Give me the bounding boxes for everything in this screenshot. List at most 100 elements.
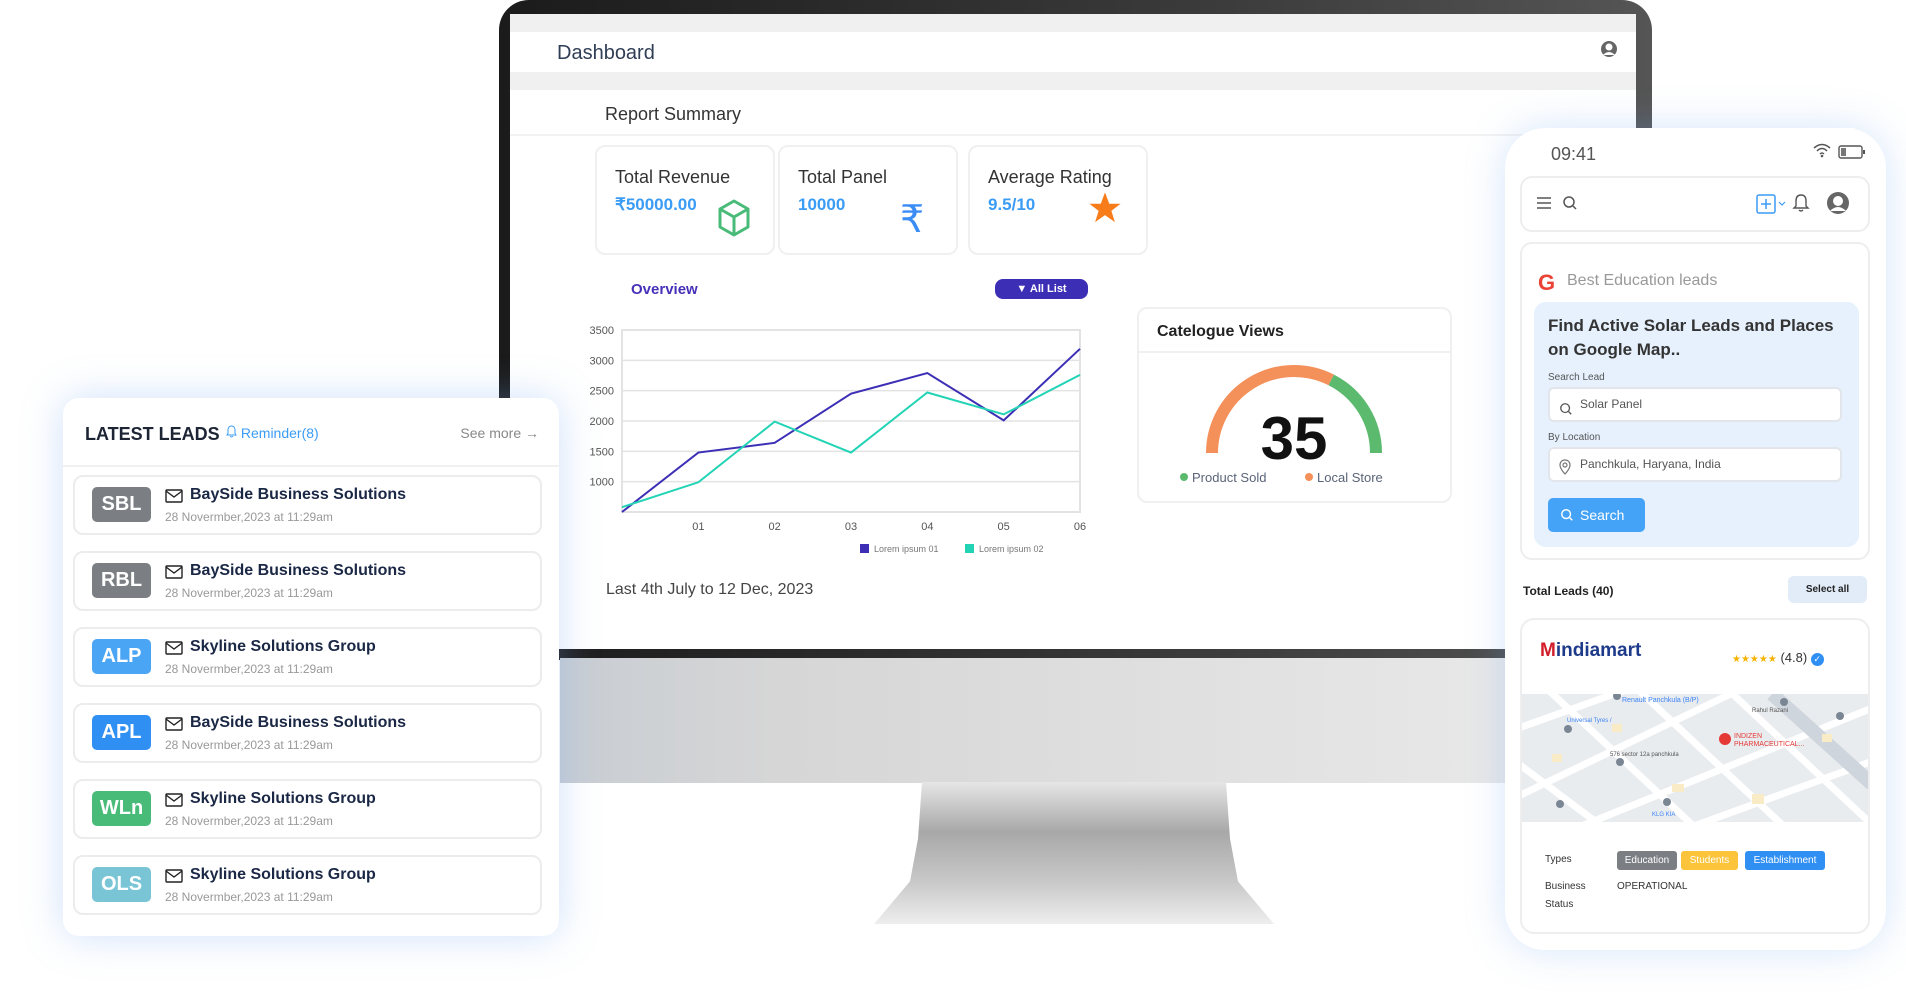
mail-icon xyxy=(165,489,183,508)
dashboard-screen: Dashboard Report Summary Total Revenue ₹… xyxy=(510,14,1636,649)
x-tick-label: 05 xyxy=(998,521,1010,533)
rupee-icon: ₹ xyxy=(900,197,925,241)
legend-label: Local Store xyxy=(1317,470,1383,485)
search-button[interactable]: Search xyxy=(1548,498,1645,532)
menu-icon[interactable] xyxy=(1536,196,1552,215)
page-title: Dashboard xyxy=(557,42,655,64)
svg-text:KLG KIA: KLG KIA xyxy=(1652,812,1675,818)
lead-code-badge: APL xyxy=(92,715,151,750)
location-input[interactable]: Panchkula, Haryana, India xyxy=(1548,447,1842,482)
svg-text:Universal Tyres /: Universal Tyres / xyxy=(1567,718,1612,724)
tag-education: Education xyxy=(1617,851,1677,870)
business-status-label: Business Status xyxy=(1545,881,1586,910)
add-icon[interactable] xyxy=(1756,194,1788,219)
lead-name: Skyline Solutions Group xyxy=(190,866,376,883)
x-tick-label: 06 xyxy=(1074,521,1086,533)
svg-text:Rahul Razani: Rahul Razani xyxy=(1752,708,1788,714)
search-icon[interactable] xyxy=(1562,195,1578,216)
lead-code-badge: OLS xyxy=(92,867,151,902)
lead-search-panel: G Best Education leads Find Active Solar… xyxy=(1520,242,1870,560)
lead-item[interactable]: ALP Skyline Solutions Group 28 Novermber,2… xyxy=(73,627,542,687)
location-pin-icon xyxy=(1559,456,1571,487)
svg-text:INDIZEN: INDIZEN xyxy=(1734,733,1762,740)
divider xyxy=(63,465,559,467)
legend-swatch xyxy=(860,544,869,553)
section-title: Report Summary xyxy=(605,104,742,124)
stat-value: 10000 xyxy=(798,195,846,214)
verified-icon: ✓ xyxy=(1810,653,1824,666)
rating: ★★★★★ (4.8) ✓ xyxy=(1732,650,1824,666)
all-list-dropdown[interactable]: ▼ All List xyxy=(995,279,1088,299)
y-tick-label: 3000 xyxy=(590,355,614,367)
see-more-link[interactable]: See more → xyxy=(460,425,539,441)
lead-item[interactable]: RBL BaySide Business Solutions 28 Novermbe… xyxy=(73,551,542,611)
catalogue-gauge: 35Product Sold Local Store xyxy=(1180,365,1383,485)
y-tick-label: 1500 xyxy=(590,446,614,458)
svg-text:Renault Panchkula (B/P): Renault Panchkula (B/P) xyxy=(1622,697,1699,704)
search-lead-input[interactable]: Solar Panel xyxy=(1548,387,1842,422)
lead-name: Skyline Solutions Group xyxy=(190,790,376,807)
y-tick-label: 2500 xyxy=(590,386,614,398)
catalogue-title: Catelogue Views xyxy=(1157,323,1284,340)
search-lead-label: Search Lead xyxy=(1548,372,1605,383)
location-value: Panchkula, Haryana, India xyxy=(1580,457,1721,471)
lead-code-badge: SBL xyxy=(92,487,151,522)
mail-icon xyxy=(165,717,183,736)
lead-date: 28 Novermber,2023 at 11:29am xyxy=(165,738,333,752)
map-preview[interactable]: INDIZEN PHARMACEUTICAL... Renault Panchk… xyxy=(1522,694,1868,822)
mail-icon xyxy=(165,793,183,812)
svg-text:PHARMACEUTICAL...: PHARMACEUTICAL... xyxy=(1734,741,1804,748)
lead-name: BaySide Business Solutions xyxy=(190,714,407,731)
lead-date: 28 Novermber,2023 at 11:29am xyxy=(165,890,333,904)
y-tick-label: 3500 xyxy=(590,325,614,337)
top-strip xyxy=(510,14,1636,32)
lead-code-badge: WLn xyxy=(92,791,151,826)
stars-icon: ★★★★★ xyxy=(1732,654,1777,665)
overview-line-chart: 1000 1500 2000 2500 3000 3500 01 02 03 04 05 06 Lore… xyxy=(590,325,1087,554)
legend-label: Lorem ipsum 02 xyxy=(979,544,1044,554)
lead-item[interactable]: APL BaySide Business Solutions 28 Novermbe… xyxy=(73,703,542,763)
lead-date: 28 Novermber,2023 at 11:29am xyxy=(165,814,333,828)
profile-icon[interactable] xyxy=(1600,40,1618,63)
mail-icon xyxy=(165,869,183,888)
tag-students: Students xyxy=(1681,851,1738,870)
x-tick-label: 03 xyxy=(845,521,857,533)
legend-dot xyxy=(1180,473,1188,481)
types-label: Types xyxy=(1545,854,1572,865)
x-tick-label: 02 xyxy=(769,521,781,533)
rating-value: (4.8) xyxy=(1780,650,1808,665)
notification-bell-icon[interactable] xyxy=(1792,193,1810,218)
search-lead-value: Solar Panel xyxy=(1580,397,1643,411)
svg-text:576 sector 12a panchkula: 576 sector 12a panchkula xyxy=(1610,752,1679,758)
search-icon xyxy=(1560,508,1574,525)
stat-label: Total Revenue xyxy=(615,167,731,187)
lead-code-badge: RBL xyxy=(92,563,151,598)
legend-label: Product Sold xyxy=(1192,470,1266,485)
series-line-1 xyxy=(621,348,1081,513)
company-logo: Mindiamart xyxy=(1540,640,1642,661)
battery-icon xyxy=(1838,145,1866,164)
divider xyxy=(510,134,1636,136)
source-title: Best Education leads xyxy=(1567,272,1718,289)
tag-establishment: Establishment xyxy=(1745,851,1825,870)
location-label: By Location xyxy=(1548,432,1601,443)
lead-item[interactable]: WLn Skyline Solutions Group 28 Novermber,2… xyxy=(73,779,542,839)
lead-item[interactable]: OLS Skyline Solutions Group 28 Novermber,2… xyxy=(73,855,542,915)
lead-name: Skyline Solutions Group xyxy=(190,638,376,655)
select-all-button[interactable]: Select all xyxy=(1788,576,1867,603)
legend-label: Lorem ipsum 01 xyxy=(874,544,939,554)
overview-title: Overview xyxy=(631,281,698,298)
mail-icon xyxy=(165,641,183,660)
stat-value: ₹50000.00 xyxy=(615,195,697,214)
google-icon: G xyxy=(1538,270,1556,295)
search-form: Find Active Solar Leads and Places on Go… xyxy=(1534,302,1859,547)
latest-leads-card: LATEST LEADS Reminder(8) See more → SBL B… xyxy=(63,398,559,936)
lead-date: 28 Novermber,2023 at 11:29am xyxy=(165,586,333,600)
reminder-link[interactable]: Reminder(8) xyxy=(226,425,319,441)
lead-result-card[interactable]: Mindiamart ★★★★★ (4.8) ✓ INDIZEN PHARMAC… xyxy=(1520,618,1870,934)
lead-date: 28 Novermber,2023 at 11:29am xyxy=(165,510,333,524)
lead-item[interactable]: SBL BaySide Business Solutions 28 Novermbe… xyxy=(73,475,542,535)
leads-title: LATEST LEADS xyxy=(85,424,220,444)
avatar-icon[interactable] xyxy=(1826,191,1850,220)
divider xyxy=(510,72,1636,90)
